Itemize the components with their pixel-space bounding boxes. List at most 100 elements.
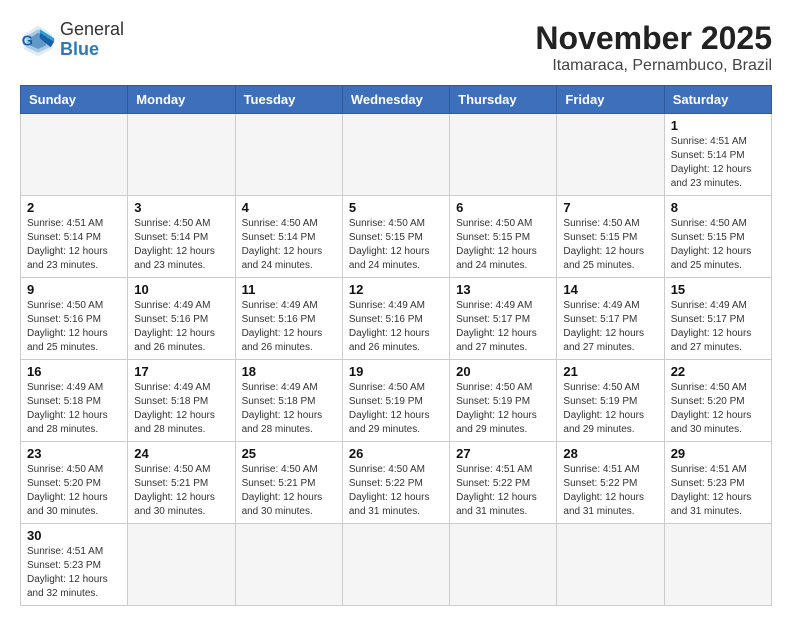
day-info: Sunrise: 4:51 AM Sunset: 5:14 PM Dayligh… — [671, 135, 765, 191]
svg-text:G: G — [22, 33, 33, 49]
calendar-cell: 18 Sunrise: 4:49 AM Sunset: 5:18 PM Dayli… — [235, 360, 342, 442]
title-block: November 2025 Itamaraca, Pernambuco, Bra… — [535, 20, 772, 75]
day-number: 4 — [242, 200, 336, 215]
page-title: November 2025 — [535, 20, 772, 57]
calendar-cell: 30 Sunrise: 4:51 AM Sunset: 5:23 PM Dayli… — [21, 524, 128, 606]
calendar-cell: 9 Sunrise: 4:50 AM Sunset: 5:16 PM Daylig… — [21, 278, 128, 360]
calendar-cell: 8Sunrise: 4:50 AM Sunset: 5:15 PM Daylig… — [664, 196, 771, 278]
calendar-table: SundayMondayTuesdayWednesdayThursdayFrid… — [20, 85, 772, 606]
day-number: 19 — [349, 364, 443, 379]
day-number: 6 — [456, 200, 550, 215]
day-number: 27 — [456, 446, 550, 461]
calendar-header-tuesday: Tuesday — [235, 86, 342, 114]
calendar-header-friday: Friday — [557, 86, 664, 114]
day-number: 5 — [349, 200, 443, 215]
day-number: 15 — [671, 282, 765, 297]
calendar-cell: 21 Sunrise: 4:50 AM Sunset: 5:19 PM Dayli… — [557, 360, 664, 442]
day-info: Sunrise: 4:49 AM Sunset: 5:17 PM Dayligh… — [671, 299, 765, 355]
calendar-cell — [557, 114, 664, 196]
day-number: 9 — [27, 282, 121, 297]
day-number: 25 — [242, 446, 336, 461]
calendar-cell: 10 Sunrise: 4:49 AM Sunset: 5:16 PM Dayli… — [128, 278, 235, 360]
calendar-cell: 3Sunrise: 4:50 AM Sunset: 5:14 PM Daylig… — [128, 196, 235, 278]
day-number: 20 — [456, 364, 550, 379]
calendar-week-5: 23 Sunrise: 4:50 AM Sunset: 5:20 PM Dayli… — [21, 442, 772, 524]
day-number: 17 — [134, 364, 228, 379]
calendar-header-monday: Monday — [128, 86, 235, 114]
day-info: Sunrise: 4:50 AM Sunset: 5:19 PM Dayligh… — [349, 381, 443, 437]
day-info: Sunrise: 4:51 AM Sunset: 5:22 PM Dayligh… — [456, 463, 550, 519]
calendar-cell: 6 Sunrise: 4:50 AM Sunset: 5:15 PM Daylig… — [450, 196, 557, 278]
day-info: Sunrise: 4:50 AM Sunset: 5:19 PM Dayligh… — [456, 381, 550, 437]
calendar-cell — [342, 524, 449, 606]
calendar-cell: 4 Sunrise: 4:50 AM Sunset: 5:14 PM Daylig… — [235, 196, 342, 278]
day-number: 14 — [563, 282, 657, 297]
calendar-cell — [21, 114, 128, 196]
day-number: 18 — [242, 364, 336, 379]
calendar-cell: 20 Sunrise: 4:50 AM Sunset: 5:19 PM Dayli… — [450, 360, 557, 442]
page-header: G General Blue November 2025 Itamaraca, … — [20, 20, 772, 75]
day-number: 12 — [349, 282, 443, 297]
calendar-cell: 27 Sunrise: 4:51 AM Sunset: 5:22 PM Dayli… — [450, 442, 557, 524]
calendar-cell — [235, 524, 342, 606]
day-info: Sunrise: 4:50 AM Sunset: 5:19 PM Dayligh… — [563, 381, 657, 437]
calendar-week-3: 9 Sunrise: 4:50 AM Sunset: 5:16 PM Daylig… — [21, 278, 772, 360]
day-info: Sunrise: 4:50 AM Sunset: 5:14 PM Dayligh… — [134, 217, 228, 273]
day-number: 22 — [671, 364, 765, 379]
day-info: Sunrise: 4:51 AM Sunset: 5:23 PM Dayligh… — [27, 545, 121, 601]
day-number: 16 — [27, 364, 121, 379]
calendar-cell — [450, 524, 557, 606]
calendar-cell: 23 Sunrise: 4:50 AM Sunset: 5:20 PM Dayli… — [21, 442, 128, 524]
calendar-header-sunday: Sunday — [21, 86, 128, 114]
day-info: Sunrise: 4:49 AM Sunset: 5:16 PM Dayligh… — [134, 299, 228, 355]
day-number: 11 — [242, 282, 336, 297]
day-info: Sunrise: 4:49 AM Sunset: 5:18 PM Dayligh… — [27, 381, 121, 437]
calendar-header-thursday: Thursday — [450, 86, 557, 114]
calendar-cell — [235, 114, 342, 196]
day-number: 21 — [563, 364, 657, 379]
calendar-cell: 29 Sunrise: 4:51 AM Sunset: 5:23 PM Dayli… — [664, 442, 771, 524]
day-number: 26 — [349, 446, 443, 461]
day-info: Sunrise: 4:50 AM Sunset: 5:14 PM Dayligh… — [242, 217, 336, 273]
calendar-cell — [128, 524, 235, 606]
calendar-cell — [557, 524, 664, 606]
day-number: 10 — [134, 282, 228, 297]
calendar-week-4: 16 Sunrise: 4:49 AM Sunset: 5:18 PM Dayli… — [21, 360, 772, 442]
calendar-cell: 17Sunrise: 4:49 AM Sunset: 5:18 PM Dayli… — [128, 360, 235, 442]
day-info: Sunrise: 4:50 AM Sunset: 5:21 PM Dayligh… — [242, 463, 336, 519]
day-info: Sunrise: 4:51 AM Sunset: 5:14 PM Dayligh… — [27, 217, 121, 273]
day-number: 29 — [671, 446, 765, 461]
calendar-cell: 14Sunrise: 4:49 AM Sunset: 5:17 PM Dayli… — [557, 278, 664, 360]
calendar-cell: 7Sunrise: 4:50 AM Sunset: 5:15 PM Daylig… — [557, 196, 664, 278]
day-info: Sunrise: 4:49 AM Sunset: 5:16 PM Dayligh… — [242, 299, 336, 355]
day-number: 30 — [27, 528, 121, 543]
calendar-cell — [128, 114, 235, 196]
calendar-cell: 24 Sunrise: 4:50 AM Sunset: 5:21 PM Dayli… — [128, 442, 235, 524]
day-info: Sunrise: 4:51 AM Sunset: 5:23 PM Dayligh… — [671, 463, 765, 519]
calendar-cell — [450, 114, 557, 196]
calendar-header-saturday: Saturday — [664, 86, 771, 114]
day-info: Sunrise: 4:50 AM Sunset: 5:21 PM Dayligh… — [134, 463, 228, 519]
calendar-cell: 16 Sunrise: 4:49 AM Sunset: 5:18 PM Dayli… — [21, 360, 128, 442]
day-info: Sunrise: 4:50 AM Sunset: 5:20 PM Dayligh… — [27, 463, 121, 519]
day-info: Sunrise: 4:49 AM Sunset: 5:18 PM Dayligh… — [242, 381, 336, 437]
calendar-cell — [664, 524, 771, 606]
day-info: Sunrise: 4:50 AM Sunset: 5:15 PM Dayligh… — [671, 217, 765, 273]
day-info: Sunrise: 4:50 AM Sunset: 5:16 PM Dayligh… — [27, 299, 121, 355]
day-number: 28 — [563, 446, 657, 461]
calendar-cell — [342, 114, 449, 196]
calendar-cell: 25 Sunrise: 4:50 AM Sunset: 5:21 PM Dayli… — [235, 442, 342, 524]
day-info: Sunrise: 4:50 AM Sunset: 5:20 PM Dayligh… — [671, 381, 765, 437]
calendar-week-6: 30 Sunrise: 4:51 AM Sunset: 5:23 PM Dayli… — [21, 524, 772, 606]
day-number: 1 — [671, 118, 765, 133]
logo-general: General — [60, 20, 124, 40]
calendar-cell: 11 Sunrise: 4:49 AM Sunset: 5:16 PM Dayli… — [235, 278, 342, 360]
day-number: 23 — [27, 446, 121, 461]
day-number: 24 — [134, 446, 228, 461]
calendar-cell: 26Sunrise: 4:50 AM Sunset: 5:22 PM Dayli… — [342, 442, 449, 524]
day-info: Sunrise: 4:49 AM Sunset: 5:16 PM Dayligh… — [349, 299, 443, 355]
day-info: Sunrise: 4:50 AM Sunset: 5:15 PM Dayligh… — [456, 217, 550, 273]
logo: G General Blue — [20, 20, 124, 60]
day-number: 2 — [27, 200, 121, 215]
calendar-cell: 19 Sunrise: 4:50 AM Sunset: 5:19 PM Dayli… — [342, 360, 449, 442]
